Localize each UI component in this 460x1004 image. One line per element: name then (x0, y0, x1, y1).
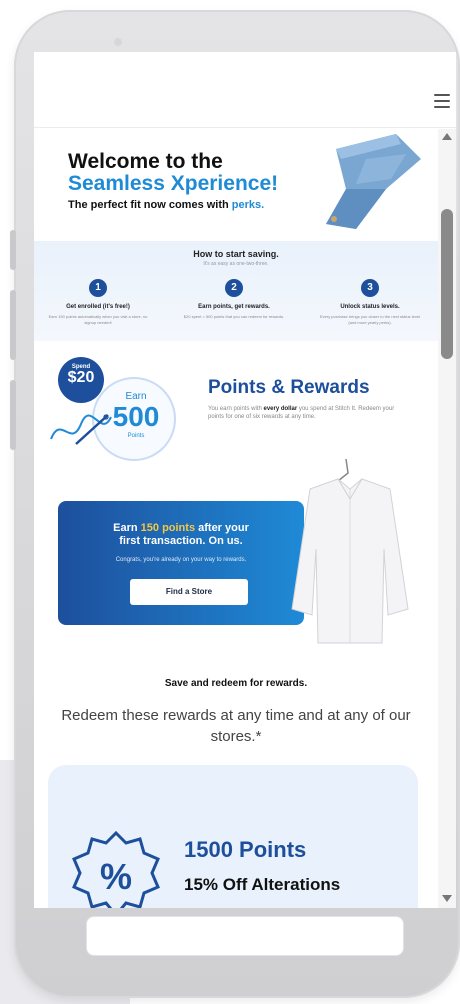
reward-points: 1500 Points (184, 837, 307, 862)
hero-subtitle-text: The perfect fit now comes with (68, 199, 232, 211)
address-bar[interactable] (86, 916, 404, 956)
find-a-store-button[interactable]: Find a Store (130, 579, 248, 605)
scroll-up-icon[interactable] (442, 133, 452, 140)
page-content[interactable]: Welcome to the Seamless Xperience! The p… (34, 129, 438, 908)
scrollbar[interactable] (438, 129, 456, 908)
hamburger-menu-icon[interactable] (434, 94, 450, 108)
promo-line2: first transaction. On us. (119, 535, 243, 547)
jeans-image (326, 134, 421, 229)
step-item: 3 Unlock status levels. Every purchase b… (314, 279, 426, 326)
step-description: Earn 150 points automatically when you v… (48, 314, 148, 325)
shirt-image (291, 459, 409, 644)
promo-text: Earn (113, 522, 141, 534)
needle-thread-icon (50, 414, 112, 445)
hero-title-line1: Welcome to the (68, 150, 223, 173)
hero-subtitle-highlight: perks. (231, 199, 265, 211)
step-title: Unlock status levels. (340, 304, 400, 310)
scroll-down-icon[interactable] (442, 895, 452, 902)
step-item: 2 Earn points, get rewards. $20 spent = … (178, 279, 290, 320)
desc-text: You earn points with (208, 406, 264, 412)
spend-value: $20 (67, 369, 95, 386)
step-number: 3 (361, 279, 379, 297)
svg-text:%: % (100, 856, 132, 897)
step-number: 2 (225, 279, 243, 297)
promo-text: after your (195, 522, 249, 534)
step-item: 1 Get enrolled (it's free!) Earn 150 poi… (42, 279, 154, 326)
reward-card: % 1500 Points 15% Off Alterations (48, 765, 418, 908)
points-rewards-description: You earn points with every dollar you sp… (208, 405, 404, 421)
step-description: $20 spent = 500 points that you can rede… (183, 314, 285, 319)
promo-banner: Earn 150 points after your first transac… (58, 501, 304, 625)
step-description: Every purchase brings you closer to the … (319, 314, 421, 325)
scroll-thumb[interactable] (441, 209, 453, 359)
step-number: 1 (89, 279, 107, 297)
desc-bold: every dollar (263, 406, 298, 412)
steps-heading: How to start saving. (193, 249, 279, 259)
step-title: Earn points, get rewards. (198, 304, 270, 310)
promo-highlight: 150 points (140, 522, 196, 534)
save-redeem-title: Save and redeem for rewards. (164, 678, 308, 689)
browser-screen: Welcome to the Seamless Xperience! The p… (34, 52, 456, 908)
steps-tagline: It's as easy as one-two-three. (203, 261, 269, 267)
camera-icon (114, 38, 122, 46)
how-to-save-section: How to start saving. It's as easy as one… (34, 241, 438, 341)
hero-section: Welcome to the Seamless Xperience! The p… (34, 129, 438, 241)
redeem-description: Redeem these rewards at any time and at … (61, 707, 411, 745)
volume-up-button (10, 230, 16, 270)
reward-label: 15% Off Alterations (184, 875, 341, 894)
top-bar (34, 52, 456, 128)
hero-title-line2: Seamless Xperience! (68, 172, 279, 195)
percent-badge-icon: % (72, 830, 160, 908)
promo-line3: Congrats, you're already on your way to … (115, 557, 247, 563)
volume-down-button (10, 290, 16, 360)
hero-subtitle: The perfect fit now comes with perks. (68, 199, 264, 211)
points-rewards-title: Points & Rewards (208, 377, 370, 398)
promo-line1: Earn 150 points after your (58, 521, 304, 535)
side-button (10, 380, 16, 450)
step-title: Get enrolled (it's free!) (66, 304, 130, 310)
spend-badge: Spend $20 (58, 357, 104, 403)
